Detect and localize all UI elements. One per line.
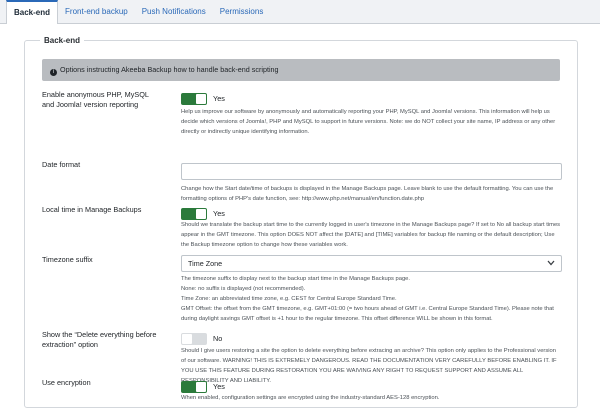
tab-permissions[interactable]: Permissions	[213, 0, 271, 24]
toggle-knob	[196, 381, 206, 392]
use-encryption-toggle[interactable]	[181, 380, 207, 393]
row-label: Date format	[42, 160, 81, 169]
row-control: Time Zone The timezone suffix to display…	[181, 255, 562, 324]
select-value: Time Zone	[188, 259, 223, 268]
row-control: Yes Help us improve our software by anon…	[181, 90, 562, 137]
local-time-toggle[interactable]	[181, 207, 207, 220]
info-icon: i	[50, 69, 57, 76]
tab-panel: Back-end i Options instructing Akeeba Bac…	[0, 24, 600, 419]
info-text: Options instructing Akeeba Backup how to…	[60, 65, 279, 74]
toggle-label: Yes	[213, 382, 225, 392]
row-control: Yes When enabled, configuration settings…	[181, 378, 562, 403]
toggle-label: No	[213, 334, 223, 344]
tab-push-notifications[interactable]: Push Notifications	[135, 0, 213, 24]
row-control: Change how the Start date/time of backup…	[181, 160, 562, 204]
timezone-suffix-select[interactable]: Time Zone	[181, 255, 562, 272]
backend-fieldset: Back-end i Options instructing Akeeba Bac…	[24, 36, 578, 408]
help-text: Should we translate the backup start tim…	[181, 222, 561, 248]
toggle-label: Yes	[213, 94, 225, 104]
toggle-label: Yes	[213, 209, 225, 219]
help-text: Help us improve our software by anonymou…	[181, 109, 556, 135]
toggle-knob	[182, 333, 192, 344]
tab-front-end-backup[interactable]: Front-end backup	[58, 0, 135, 24]
help-line: None: no suffix is displayed (not recomm…	[181, 286, 306, 292]
version-reporting-toggle[interactable]	[181, 92, 207, 105]
help-text: When enabled, configuration settings are…	[181, 395, 440, 401]
help-line: The timezone suffix to display next to t…	[181, 276, 410, 282]
help-text: Change how the Start date/time of backup…	[181, 186, 554, 202]
help-line: Time Zone: an abbreviated time zone, e.g…	[181, 296, 397, 302]
row-label: Local time in Manage Backups	[42, 205, 142, 214]
row-label: Enable anonymous PHP, MySQL and Joomla! …	[42, 90, 149, 109]
delete-everything-toggle[interactable]	[181, 332, 207, 345]
info-alert: i Options instructing Akeeba Backup how t…	[42, 59, 560, 81]
tab-bar: Back-end Front-end backup Push Notificat…	[0, 0, 600, 25]
chevron-down-icon	[547, 260, 555, 266]
toggle-knob	[196, 93, 206, 104]
toggle-knob	[196, 208, 206, 219]
row-control: Yes Should we translate the backup start…	[181, 205, 562, 250]
fieldset-legend: Back-end	[40, 36, 85, 45]
row-label: Use encryption	[42, 378, 91, 387]
help-line: GMT Offset: the offset from the GMT time…	[181, 306, 554, 322]
tab-back-end[interactable]: Back-end	[6, 0, 59, 25]
row-label: Show the “Delete everything before extra…	[42, 330, 157, 349]
row-label: Timezone suffix	[42, 255, 93, 264]
date-format-input[interactable]	[181, 163, 562, 180]
